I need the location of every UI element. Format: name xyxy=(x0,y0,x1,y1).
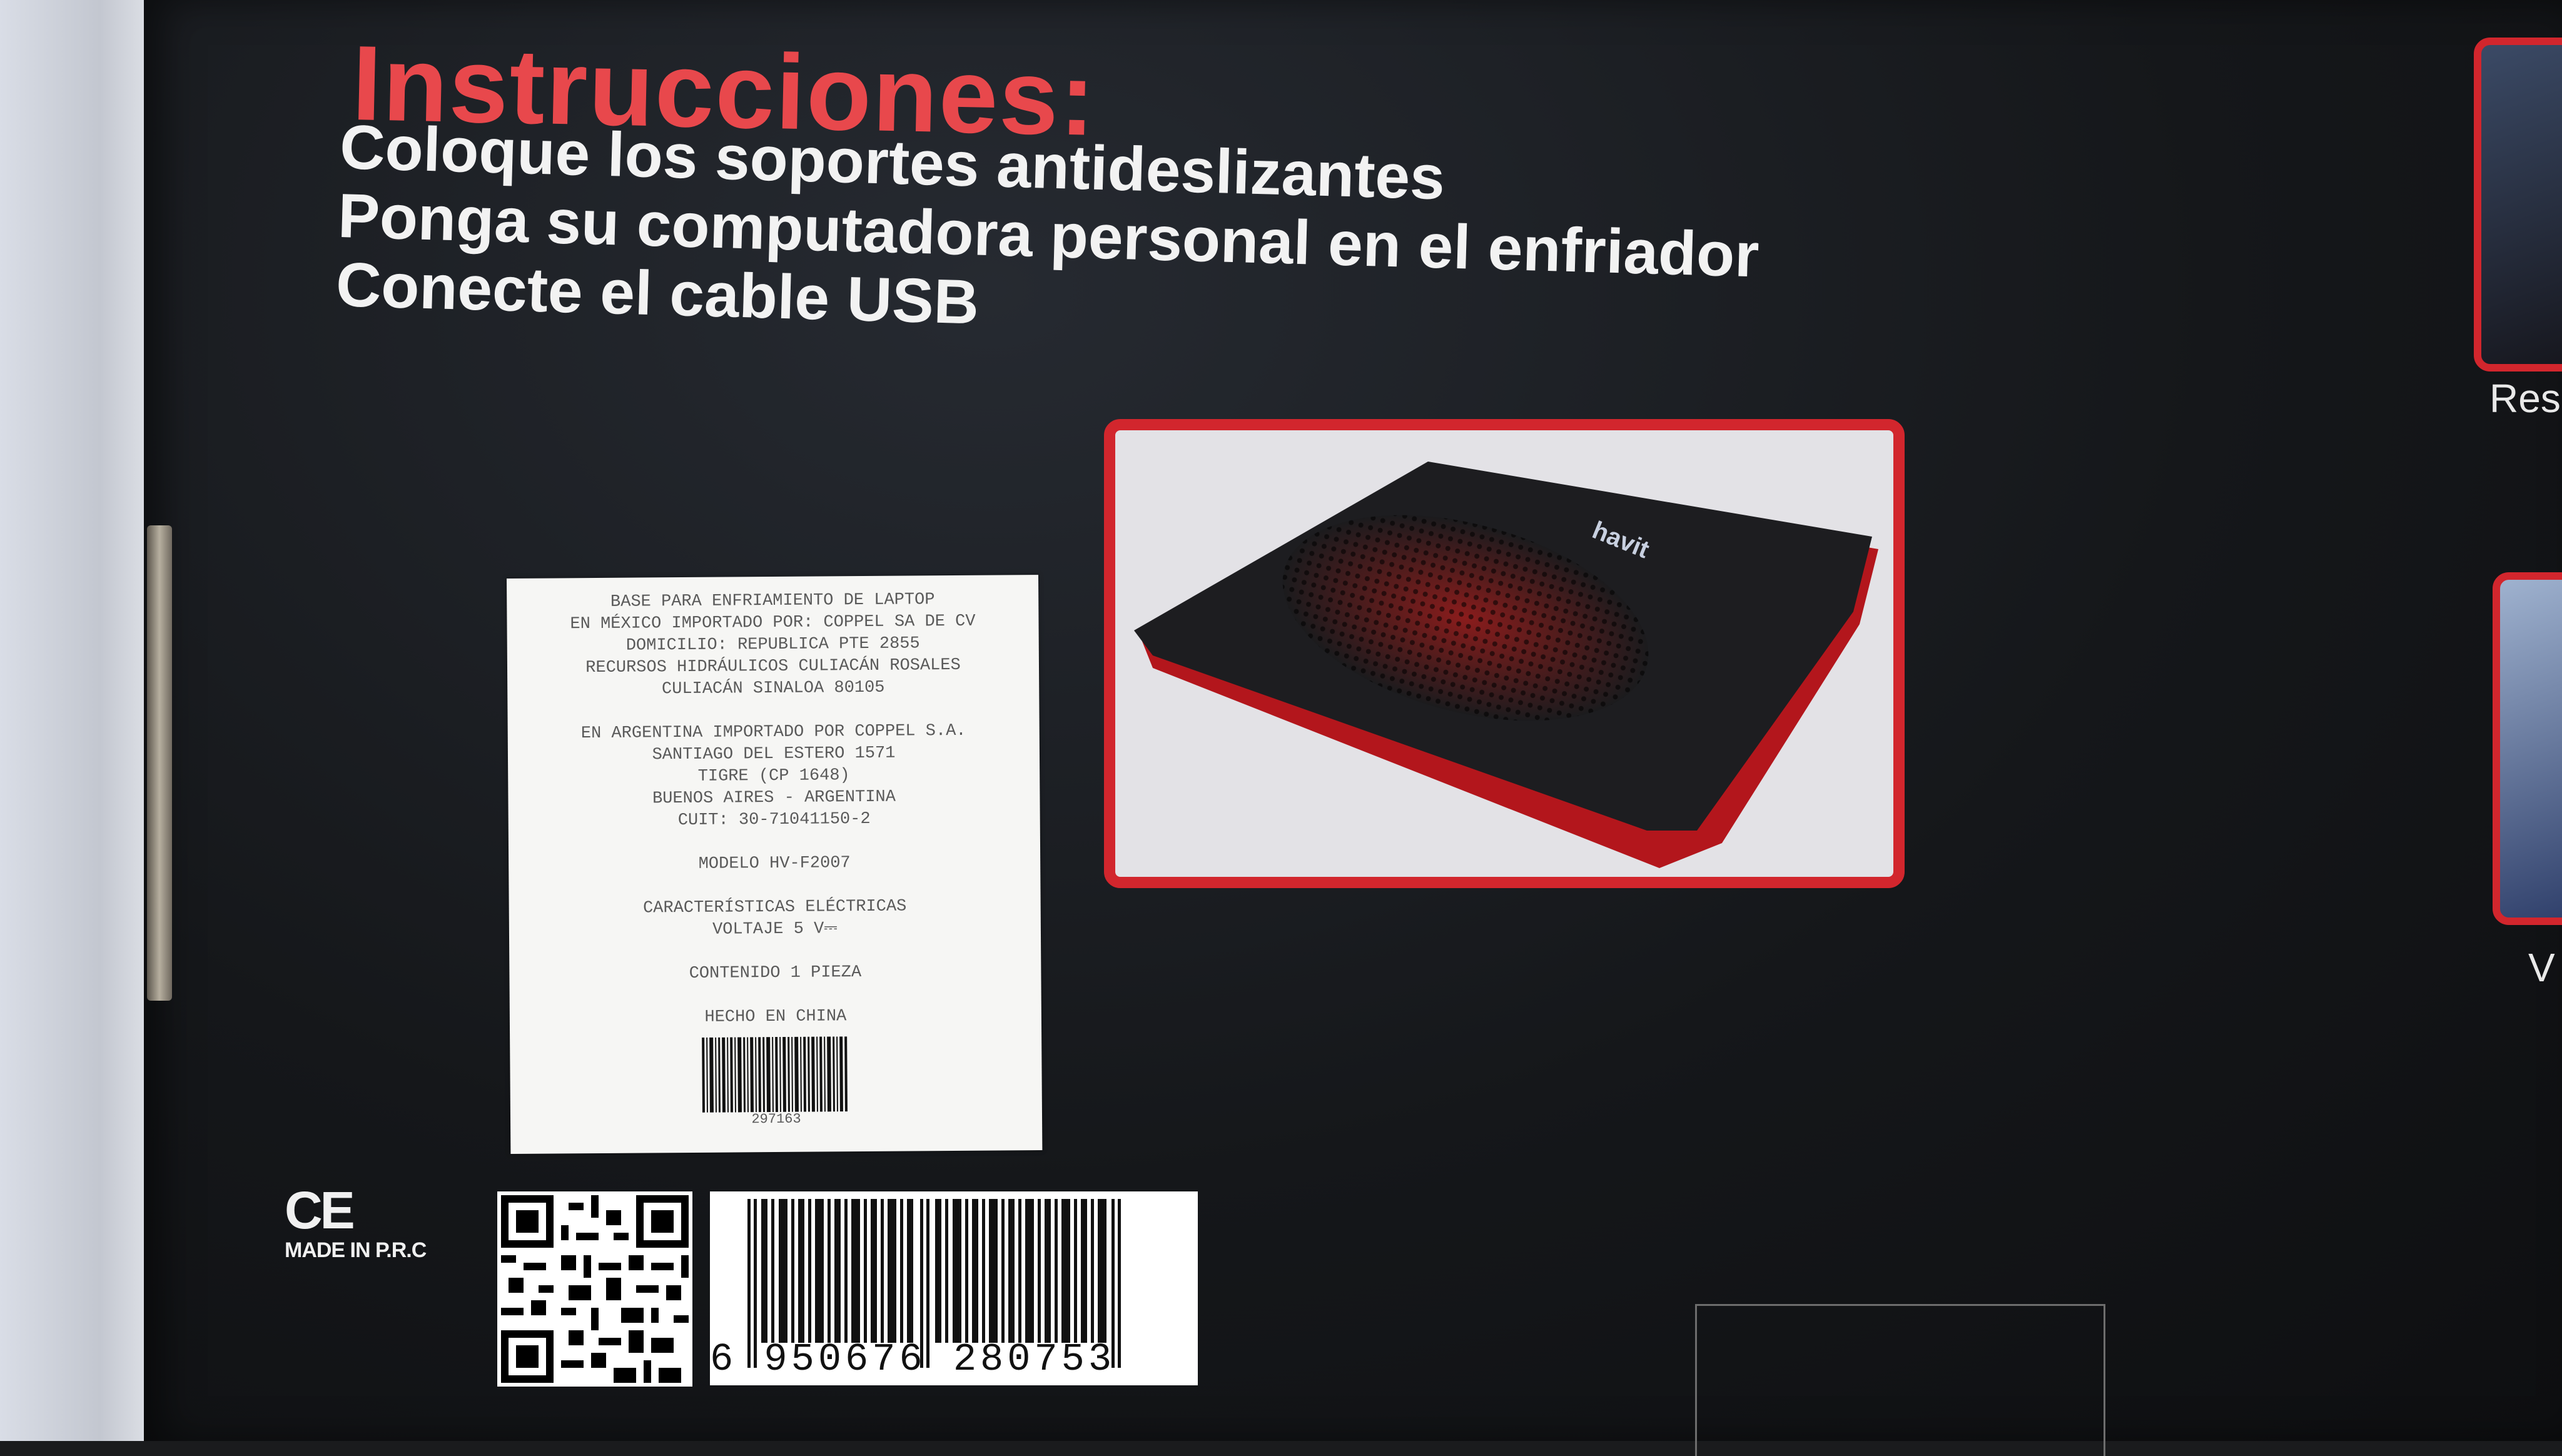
ean-number: 6 950676 280753 xyxy=(710,1337,1116,1382)
sticker-barcode-number: 297163 xyxy=(751,1111,801,1128)
box-edge xyxy=(147,525,172,1001)
sticker-line: CULIACÁN SINALOA 80105 xyxy=(661,678,885,699)
sticker-line: EN MÉXICO IMPORTADO POR: COPPEL SA DE CV xyxy=(570,612,976,634)
sticker-line: HECHO EN CHINA xyxy=(704,1007,847,1027)
ce-mark-icon: CE xyxy=(285,1181,355,1240)
product-photo: havit xyxy=(1104,419,1905,888)
sticker-line: RECURSOS HIDRÁULICOS CULIACÁN ROSALES xyxy=(585,655,961,678)
side-caption-2: V xyxy=(2528,945,2555,990)
qr-code xyxy=(497,1191,692,1387)
side-caption-1: Res xyxy=(2489,376,2561,421)
printed-outline-box xyxy=(1695,1304,2105,1456)
sticker-line: BUENOS AIRES - ARGENTINA xyxy=(652,787,896,809)
sticker-line: CONTENIDO 1 PIEZA xyxy=(689,963,862,983)
sticker-line: TIGRE (CP 1648) xyxy=(697,766,850,786)
sticker-line: SANTIAGO DEL ESTERO 1571 xyxy=(652,744,896,765)
sticker-barcode xyxy=(702,1036,848,1113)
sticker-line: DOMICILIO: REPUBLICA PTE 2855 xyxy=(625,634,920,655)
sticker-line: BASE PARA ENFRIAMIENTO DE LAPTOP xyxy=(610,590,935,612)
sticker-line: CUIT: 30-71041150-2 xyxy=(677,809,871,831)
ean-barcode: 6 950676 280753 xyxy=(710,1191,1198,1385)
sticker-line: EN ARGENTINA IMPORTADO POR COPPEL S.A. xyxy=(580,721,966,744)
certification-block: CE MADE IN P.R.C xyxy=(285,1181,427,1263)
laptop-cooler-illustration: havit xyxy=(1134,462,1878,868)
instructions-list: Coloque los soportes antideslizantes Pon… xyxy=(335,112,1762,358)
side-photo-2 xyxy=(2493,572,2562,925)
made-in-text: MADE IN P.R.C xyxy=(285,1238,427,1262)
sticker-line: VOLTAJE 5 V⎓ xyxy=(712,919,838,939)
sticker-line: CARACTERÍSTICAS ELÉCTRICAS xyxy=(642,897,907,918)
side-photo-1 xyxy=(2474,38,2562,372)
import-sticker: BASE PARA ENFRIAMIENTO DE LAPTOP EN MÉXI… xyxy=(507,575,1043,1154)
sticker-line: MODELO HV-F2007 xyxy=(698,854,851,874)
